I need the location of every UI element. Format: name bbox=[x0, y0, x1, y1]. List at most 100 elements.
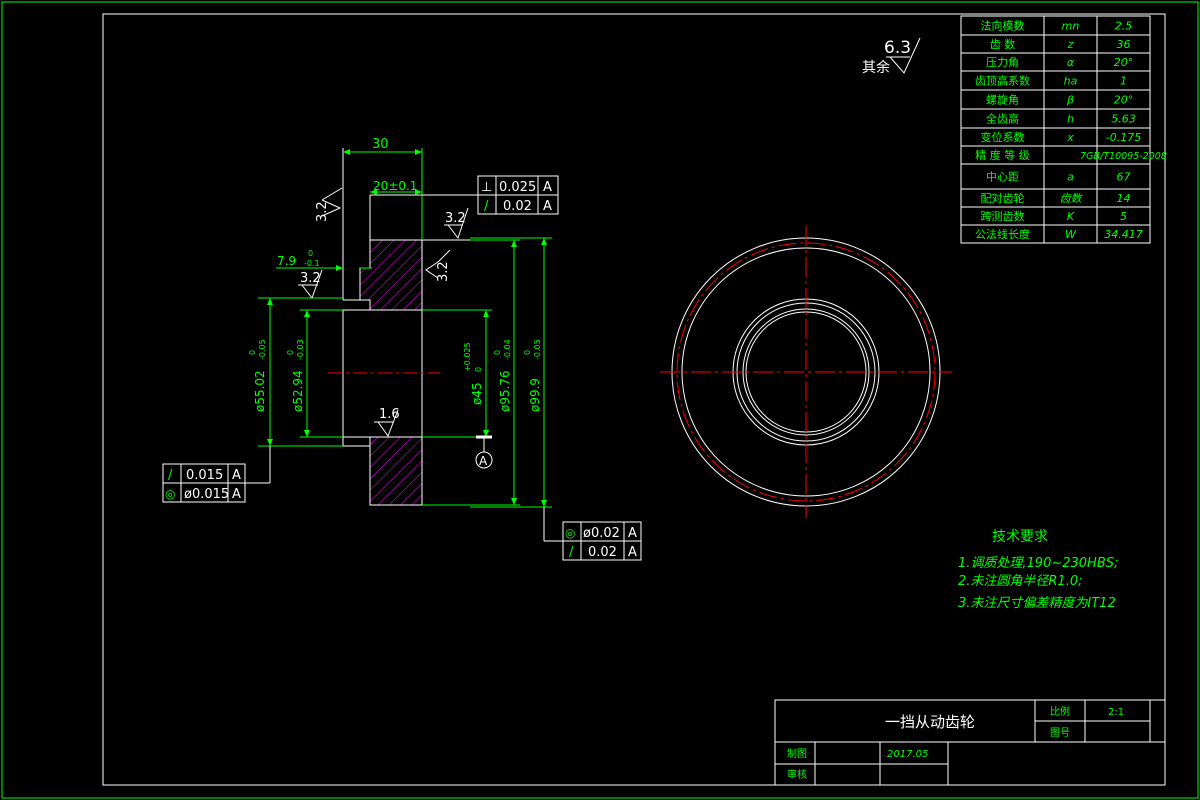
dim-d52: ø52.94 bbox=[291, 370, 305, 412]
tol-bottom-1-symbol: ◎ bbox=[565, 526, 575, 540]
tol-top-2-datum: A bbox=[543, 199, 552, 214]
roughness-top-text: 3.2 bbox=[445, 211, 466, 226]
tol-bottom-2-value: 0.02 bbox=[588, 545, 617, 560]
tol-top-1-symbol: ⊥ bbox=[481, 180, 492, 195]
tech-req-title: 技术要求 bbox=[992, 529, 1048, 545]
gear-table-value: 67 bbox=[1117, 171, 1131, 184]
tol-left-1-value: 0.015 bbox=[186, 468, 223, 483]
dim-d45-lower: 0 bbox=[474, 367, 483, 372]
roughness-right-text: 3.2 bbox=[436, 261, 451, 282]
gear-table-symbol: W bbox=[1065, 228, 1077, 241]
gear-table-value: 20° bbox=[1114, 56, 1134, 69]
section-view bbox=[328, 148, 470, 506]
dim-30-text: 30 bbox=[372, 137, 389, 152]
dim-d45: ø45 bbox=[470, 382, 484, 405]
gear-table-name: 齿顶高系数 bbox=[975, 74, 1030, 88]
gear-table-symbol: a bbox=[1067, 171, 1074, 184]
tol-bottom-1-value: ø0.02 bbox=[583, 526, 620, 541]
gear-table-value: 2.5 bbox=[1115, 20, 1133, 33]
gear-table-value: 34.417 bbox=[1104, 228, 1143, 241]
dim-d95-upper: 0 bbox=[493, 350, 502, 355]
tol-top-2-value: 0.02 bbox=[503, 199, 532, 214]
tol-bottom-2-symbol: / bbox=[569, 545, 574, 560]
dim-d95-lower: -0.04 bbox=[503, 339, 512, 360]
general-roughness-label: 其余 bbox=[862, 59, 890, 76]
dim-d99: ø99.9 bbox=[528, 378, 542, 412]
gear-table-name: 中心距 bbox=[986, 171, 1019, 184]
dim-d99-lower: -0.05 bbox=[533, 339, 542, 360]
roughness-bore-text: 1.6 bbox=[379, 407, 400, 422]
dim-20-text: 20±0.1 bbox=[373, 179, 417, 193]
gear-table-value: 20° bbox=[1114, 94, 1134, 107]
scale-label: 比例 bbox=[1050, 705, 1070, 718]
gear-table-name: 螺旋角 bbox=[986, 93, 1019, 107]
gear-table-name: 配对齿轮 bbox=[981, 191, 1025, 205]
roughness-marks bbox=[298, 187, 469, 438]
dim-30 bbox=[343, 148, 423, 240]
dim-d52-lower: -0.03 bbox=[296, 339, 305, 360]
gear-table-symbol: mn bbox=[1062, 20, 1080, 33]
tol-left-2-symbol: ◎ bbox=[165, 487, 175, 501]
tol-top-1-value: 0.025 bbox=[499, 180, 536, 195]
gear-table-value: 7GB/T10095-2008 bbox=[1080, 151, 1167, 162]
gear-table-value: 36 bbox=[1117, 38, 1131, 51]
gear-table-symbol: x bbox=[1066, 131, 1074, 144]
roughness-hub-text: 3.2 bbox=[300, 271, 321, 286]
gear-table-symbol: h bbox=[1067, 113, 1074, 126]
dim-d55-upper: 0 bbox=[248, 350, 257, 355]
hatch-lower bbox=[369, 436, 423, 506]
tech-req-2: 2.未注圆角半径R1.0; bbox=[958, 574, 1083, 589]
tol-bottom-2-datum: A bbox=[628, 545, 637, 560]
engineering-drawing: 其余 6.3 30 20±0.1 ⊥ 0.025 A / 0.02 A 3.2 … bbox=[1, 1, 1199, 799]
gear-table-name: 齿 数 bbox=[990, 38, 1016, 51]
gear-table-value: 5 bbox=[1120, 210, 1127, 223]
tech-req-3: 3.未注尺寸偏差精度为IT12 bbox=[958, 596, 1116, 611]
gear-table-name: 公法线长度 bbox=[975, 227, 1030, 241]
datum-a-label: A bbox=[479, 454, 488, 468]
tol-left-2-datum: A bbox=[232, 487, 241, 502]
gear-table-value: -0.175 bbox=[1106, 131, 1141, 144]
gear-table-value: 5.63 bbox=[1111, 113, 1136, 126]
gear-table-symbol: 齿数 bbox=[1060, 192, 1084, 205]
front-view bbox=[660, 226, 952, 518]
gear-table-value: 1 bbox=[1120, 75, 1127, 88]
scale-value: 2:1 bbox=[1108, 707, 1124, 718]
gear-table-name: 全齿高 bbox=[986, 112, 1019, 126]
gear-table-name: 变位系数 bbox=[981, 130, 1025, 144]
tol-left-2-value: ø0.015 bbox=[184, 487, 229, 502]
tol-bottom-1-datum: A bbox=[628, 526, 637, 541]
general-roughness-value: 6.3 bbox=[884, 38, 911, 58]
gear-table-symbol: K bbox=[1067, 210, 1075, 223]
dim-7-9-text: 7.9 bbox=[277, 254, 296, 268]
dim-d45-upper: +0.025 bbox=[463, 342, 472, 372]
gear-table-name: 法向模数 bbox=[981, 19, 1025, 33]
dim-d99-upper: 0 bbox=[523, 350, 532, 355]
tol-left-1-symbol: / bbox=[168, 468, 173, 483]
dim-d52-upper: 0 bbox=[286, 350, 295, 355]
date-value: 2017.05 bbox=[887, 749, 928, 760]
roughness-left-text: 3.2 bbox=[315, 201, 330, 222]
gear-table-name: 跨测齿数 bbox=[981, 210, 1025, 223]
drawn-label: 制图 bbox=[787, 747, 807, 760]
gear-table-symbol: α bbox=[1067, 56, 1075, 69]
part-name: 一挡从动齿轮 bbox=[885, 713, 975, 731]
gear-table-value: 14 bbox=[1117, 192, 1131, 205]
checked-label: 审核 bbox=[787, 768, 807, 781]
dim-7-9-lower: -0.1 bbox=[304, 259, 320, 268]
gear-table-name: 精 度 等 级 bbox=[975, 148, 1030, 162]
gear-table-symbol: β bbox=[1066, 94, 1074, 107]
tech-req-1: 1.调质处理,190~230HBS; bbox=[958, 556, 1118, 571]
tol-top-2-symbol: / bbox=[484, 199, 489, 214]
gear-table-name: 压力角 bbox=[986, 56, 1019, 69]
general-roughness: 其余 6.3 bbox=[862, 37, 921, 76]
gear-table-symbol: ha bbox=[1064, 75, 1078, 88]
dim-d95: ø95.76 bbox=[498, 370, 512, 412]
tol-top-1-datum: A bbox=[543, 180, 552, 195]
gear-table-text: 法向模数 mn 2.5齿 数 z 36压力角 α 20°齿顶高系数 ha 1螺旋角 β 20°全齿高… bbox=[975, 19, 1167, 242]
tol-left-1-datum: A bbox=[232, 468, 241, 483]
drawing-no-label: 图号 bbox=[1050, 727, 1070, 739]
outer-circle bbox=[671, 237, 941, 507]
gear-table-symbol: z bbox=[1067, 38, 1074, 51]
dim-d55-lower: -0.05 bbox=[258, 339, 267, 360]
dim-7-9-upper: 0 bbox=[308, 249, 313, 258]
